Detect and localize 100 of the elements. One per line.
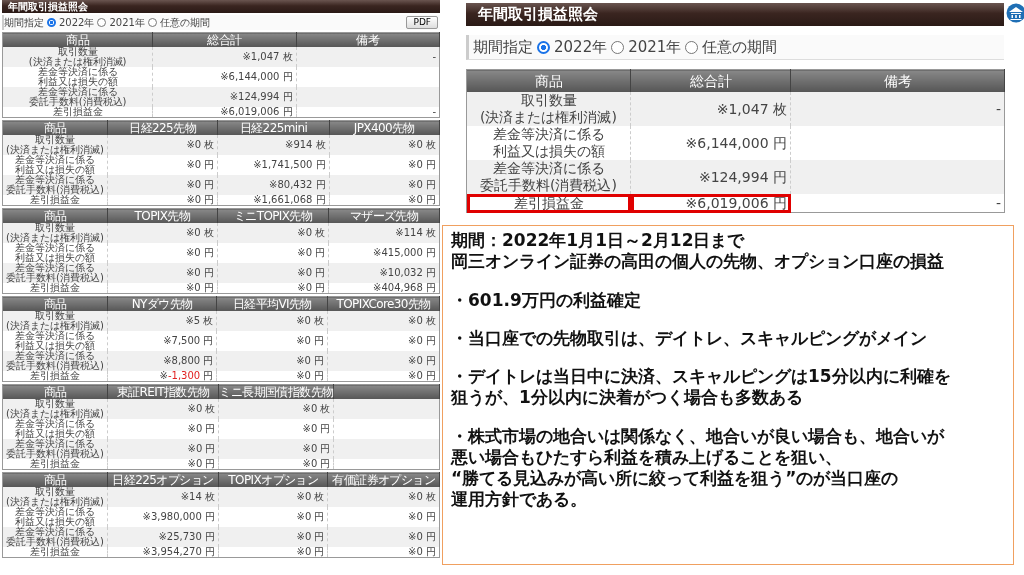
radio-button[interactable] xyxy=(47,18,56,27)
row-label: 取引数量 xyxy=(57,47,98,57)
amount-cell: ※0 枚 xyxy=(218,399,334,419)
row-label: 差金等決済に係る xyxy=(14,419,95,429)
amount-cell: ※1,661,068 円 xyxy=(217,195,330,206)
amount-cell: ※1,047 枚 xyxy=(152,47,297,67)
amount-cell: ※0 円 xyxy=(327,351,440,371)
column-header: ミニTOPIX先物 xyxy=(217,208,329,223)
row-label: 利益又は損失の額 xyxy=(14,253,95,263)
column-header: 商品 xyxy=(2,32,153,47)
note-text: 岡三オンライン証券の高田の個人の先物、オプション口座の損益 xyxy=(451,251,944,273)
amount-cell: ※914 枚 xyxy=(217,135,330,155)
row-label: 差引損益金 xyxy=(29,371,80,381)
column-header: 日経平均VI先物 xyxy=(216,296,328,311)
column-header: 商品 xyxy=(2,120,108,135)
note-text: ・デイトレは当日中に決済、スキャルピングは15分以内に利確を xyxy=(451,366,951,388)
row-label: 利益又は損失の額 xyxy=(37,77,118,87)
amount-cell: ※0 円 xyxy=(107,263,218,283)
amount-cell: ※0 円 xyxy=(217,283,329,294)
amount-cell: ※0 枚 xyxy=(217,223,329,243)
row-label: 取引数量 xyxy=(34,135,75,145)
radio-label[interactable]: 2021年 xyxy=(628,37,682,57)
note-text: ・601.9万円の利益確定 xyxy=(451,289,641,311)
amount-cell: ※0 枚 xyxy=(327,311,440,331)
amount-cell: ※0 円 xyxy=(218,547,328,558)
amount-cell: ※1,047 枚 xyxy=(630,92,791,126)
row-label: 差引損益金 xyxy=(513,194,584,212)
row-label: 差引損益金 xyxy=(52,107,103,117)
row-label: 差金等決済に係る xyxy=(14,263,95,273)
amount-cell: ※0 円 xyxy=(107,175,218,195)
amount-cell: ※0 枚 xyxy=(329,135,440,155)
amount-cell: ※0 円 xyxy=(107,283,218,294)
radio-button[interactable] xyxy=(685,40,699,54)
amount-cell: ※25,730 円 xyxy=(107,527,219,547)
column-header: 東証REIT指数先物 xyxy=(107,384,219,399)
column-header: NYダウ先物 xyxy=(107,296,217,311)
row-label: 利益又は損失の額 xyxy=(492,143,605,160)
amount-cell: ※0 枚 xyxy=(107,399,219,419)
row-label: 委託手数料(消費税込) xyxy=(6,361,104,371)
row-label: 差金等決済に係る xyxy=(14,439,95,449)
row-label: (決済または権利消滅) xyxy=(28,57,127,67)
remark-cell: - xyxy=(790,194,1005,213)
column-header: TOPIX先物 xyxy=(107,208,218,223)
remark-cell: - xyxy=(296,107,440,118)
row-label: 差金等決済に係る xyxy=(37,67,118,77)
row-label: 利益又は損失の額 xyxy=(14,341,95,351)
row-label: (決済または権利消滅) xyxy=(480,109,617,126)
column-header: 備考 xyxy=(296,32,440,47)
radio-label[interactable]: 任意の期間 xyxy=(159,15,210,30)
radio-button[interactable] xyxy=(97,18,107,27)
row-label: 差金等決済に係る xyxy=(492,160,605,177)
amount-cell: ※0 円 xyxy=(216,351,328,371)
radio-button[interactable] xyxy=(147,18,157,27)
amount-cell: ※6,019,006 円 xyxy=(152,107,297,118)
column-header: 商品 xyxy=(2,208,108,223)
amount-cell: ※0 円 xyxy=(216,371,328,382)
note-text: ・当口座での先物取引は、デイトレ、スキャルピングがメイン xyxy=(451,327,927,349)
row-label: 差引損益金 xyxy=(29,283,80,293)
amount-cell: ※8,800 円 xyxy=(107,351,217,371)
note-text: 狙うが、1分以内に決着がつく場合も多数ある xyxy=(451,387,803,409)
row-label: 差金等決済に係る xyxy=(14,527,95,537)
radio-label[interactable]: 2021年 xyxy=(109,15,145,30)
period-label: 期間指定 xyxy=(473,37,533,57)
row-label: 委託手数料(消費税込) xyxy=(6,537,104,547)
remark-cell: - xyxy=(296,47,440,67)
row-label: (決済または権利消滅) xyxy=(6,145,104,155)
column-header: マザーズ先物 xyxy=(328,208,440,223)
row-label: (決済または権利消滅) xyxy=(6,233,104,243)
note-text: ・株式市場の地合いは関係なく、地合いが良い場合も、地合いが xyxy=(451,425,944,447)
row-label: 差金等決済に係る xyxy=(14,331,95,341)
row-label: 差金等決済に係る xyxy=(14,175,95,185)
row-label: 差金等決済に係る xyxy=(14,351,95,361)
note-text: 運用方針である。 xyxy=(451,489,587,511)
radio-label[interactable]: 2022年 xyxy=(554,37,608,57)
column-header: 商品 xyxy=(2,296,108,311)
radio-label[interactable]: 2022年 xyxy=(59,15,95,30)
column-header: 日経225オプション xyxy=(107,472,219,487)
row-label: 取引数量 xyxy=(34,223,75,233)
row-label: 委託手数料(消費税込) xyxy=(480,177,617,194)
column-header: 総合計 xyxy=(630,69,791,92)
row-label: 委託手数料(消費税込) xyxy=(6,273,104,283)
amount-cell: ※0 枚 xyxy=(328,487,440,507)
amount-cell: ※5 枚 xyxy=(107,311,217,331)
row-label: 差金等決済に係る xyxy=(14,155,95,165)
radio-button[interactable] xyxy=(611,40,625,54)
row-label: 利益又は損失の額 xyxy=(14,165,95,175)
pdf-button[interactable]: PDF xyxy=(406,16,438,29)
row-label: 利益又は損失の額 xyxy=(14,429,95,439)
column-header: 商品 xyxy=(2,472,108,487)
amount-cell: ※124,994 円 xyxy=(630,160,791,194)
note-text: 悪い場合もひたすら利益を積み上げることを狙い、 xyxy=(451,446,842,468)
amount-cell: ※0 円 xyxy=(328,527,440,547)
radio-button[interactable] xyxy=(537,40,550,54)
amount-cell: ※124,994 円 xyxy=(152,87,297,107)
amount-cell: ※0 円 xyxy=(218,527,328,547)
column-header: ミニ長期国債指数先物 xyxy=(218,384,334,399)
radio-label[interactable]: 任意の期間 xyxy=(702,37,778,57)
page-title: 年間取引損益照会 xyxy=(2,0,440,13)
column-header: 備考 xyxy=(790,69,1005,92)
amount-cell: ※10,032 円 xyxy=(328,263,440,283)
